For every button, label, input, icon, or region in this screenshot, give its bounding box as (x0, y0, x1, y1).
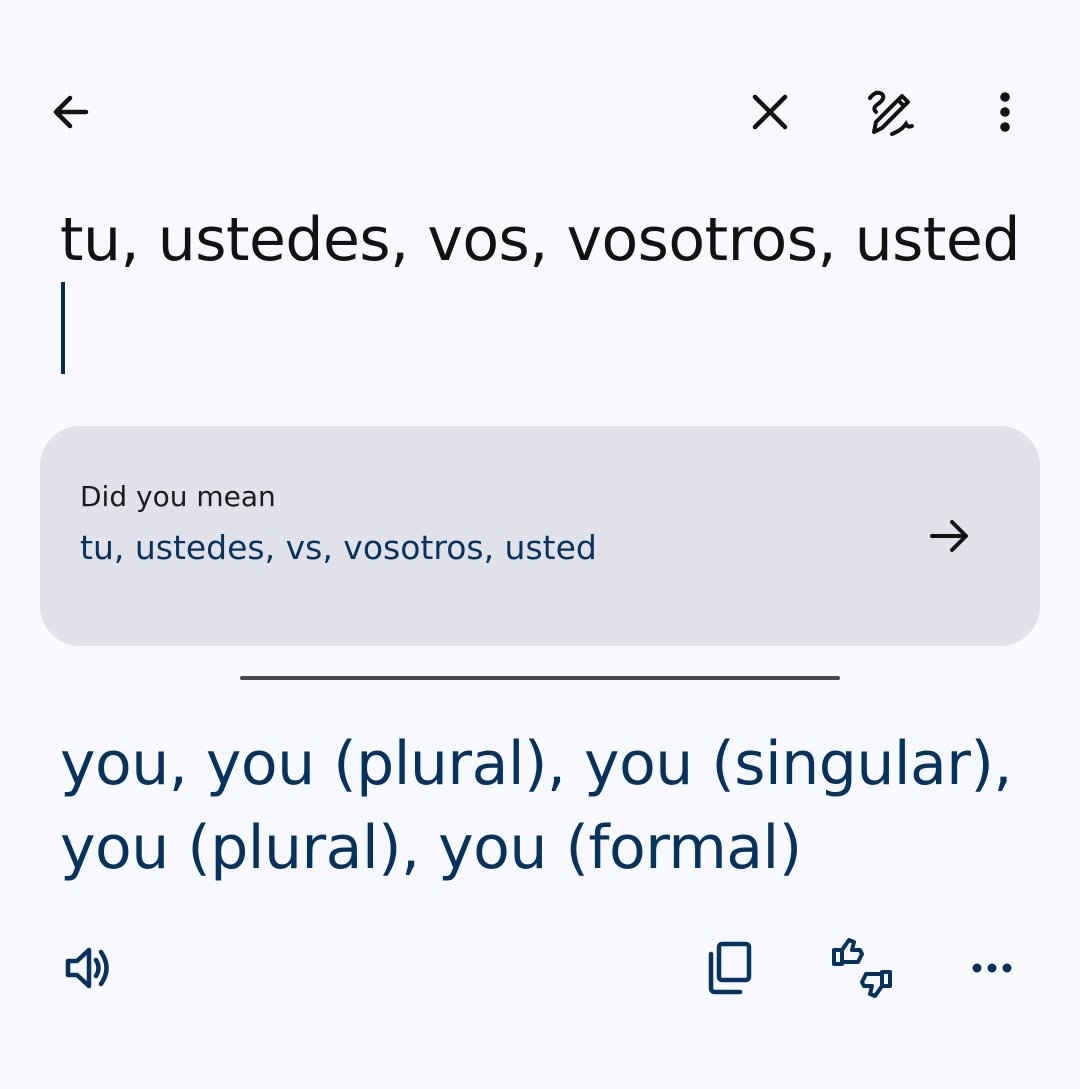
close-icon (752, 94, 788, 130)
handwriting-icon (868, 90, 914, 136)
arrow-forward-icon (930, 520, 968, 552)
translation-text: you, you (plural), you (singular), you (… (60, 729, 1012, 883)
copy-button[interactable] (680, 918, 780, 1018)
handwriting-button[interactable] (840, 62, 940, 162)
did-you-mean-suggestion: tu, ustedes, vs, vosotros, usted (80, 528, 597, 567)
did-you-mean-card[interactable]: Did you mean tu, ustedes, vs, vosotros, … (40, 426, 1040, 646)
arrow-back-icon (53, 95, 89, 129)
translate-screen: tu, ustedes, vos, vosotros, usted Did yo… (0, 0, 1080, 1089)
did-you-mean-heading: Did you mean (80, 480, 276, 513)
text-cursor (61, 282, 65, 374)
more-actions-button[interactable] (942, 918, 1042, 1018)
divider (240, 676, 840, 680)
more-vert-icon (1000, 92, 1010, 132)
source-text: tu, ustedes, vos, vosotros, usted (60, 205, 1020, 275)
more-horiz-icon (972, 963, 1012, 973)
clear-button[interactable] (720, 62, 820, 162)
apply-suggestion-button[interactable] (910, 496, 990, 576)
volume-icon (65, 947, 109, 989)
top-app-bar (0, 62, 1080, 162)
listen-button[interactable] (38, 918, 138, 1018)
source-text-input[interactable]: tu, ustedes, vos, vosotros, usted (60, 198, 1020, 374)
rate-translation-button[interactable] (812, 918, 912, 1018)
copy-icon (708, 941, 752, 995)
thumbs-up-down-icon (832, 938, 892, 998)
more-options-button[interactable] (955, 62, 1055, 162)
back-button[interactable] (20, 62, 120, 162)
